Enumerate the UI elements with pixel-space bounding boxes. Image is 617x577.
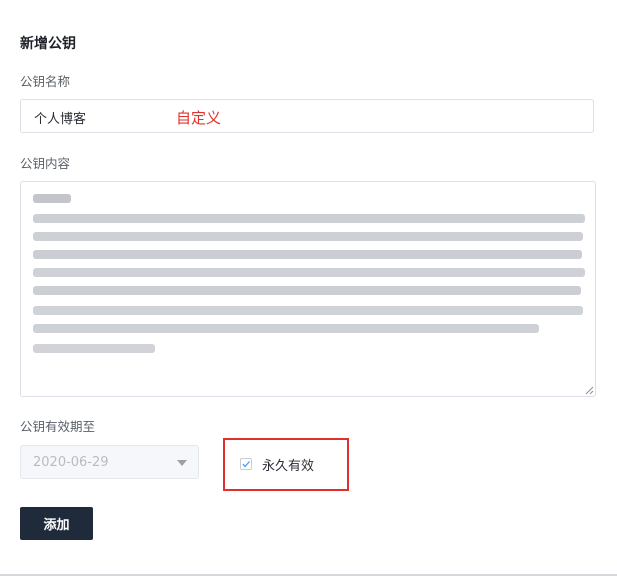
- divider: [0, 574, 617, 576]
- caret-down-icon: [177, 460, 187, 466]
- redacted-line: [33, 324, 539, 333]
- key-name-label: 公钥名称: [20, 74, 71, 89]
- custom-annotation: 自定义: [176, 109, 222, 127]
- expiry-date-select[interactable]: 2020-06-29: [20, 445, 199, 479]
- permanent-label[interactable]: 永久有效: [262, 455, 314, 474]
- redacted-line: [33, 194, 71, 203]
- resize-handle-icon[interactable]: [584, 385, 594, 395]
- redacted-line: [33, 214, 585, 223]
- redacted-line: [33, 286, 581, 295]
- key-name-input[interactable]: 个人博客: [20, 99, 594, 133]
- redacted-line: [33, 250, 582, 259]
- expiry-date-value: 2020-06-29: [33, 455, 109, 470]
- redacted-line: [33, 232, 583, 241]
- redacted-line: [33, 344, 155, 353]
- page-title: 新增公钥: [20, 36, 76, 52]
- permanent-checkbox[interactable]: [240, 458, 252, 470]
- expiry-label: 公钥有效期至: [20, 419, 96, 434]
- checkmark-icon: [242, 461, 250, 468]
- key-content-label: 公钥内容: [20, 156, 71, 171]
- redacted-line: [33, 306, 583, 315]
- redacted-line: [33, 268, 585, 277]
- key-content-textarea[interactable]: [20, 181, 596, 397]
- key-name-value: 个人博客: [34, 112, 87, 127]
- add-button[interactable]: 添加: [20, 507, 93, 540]
